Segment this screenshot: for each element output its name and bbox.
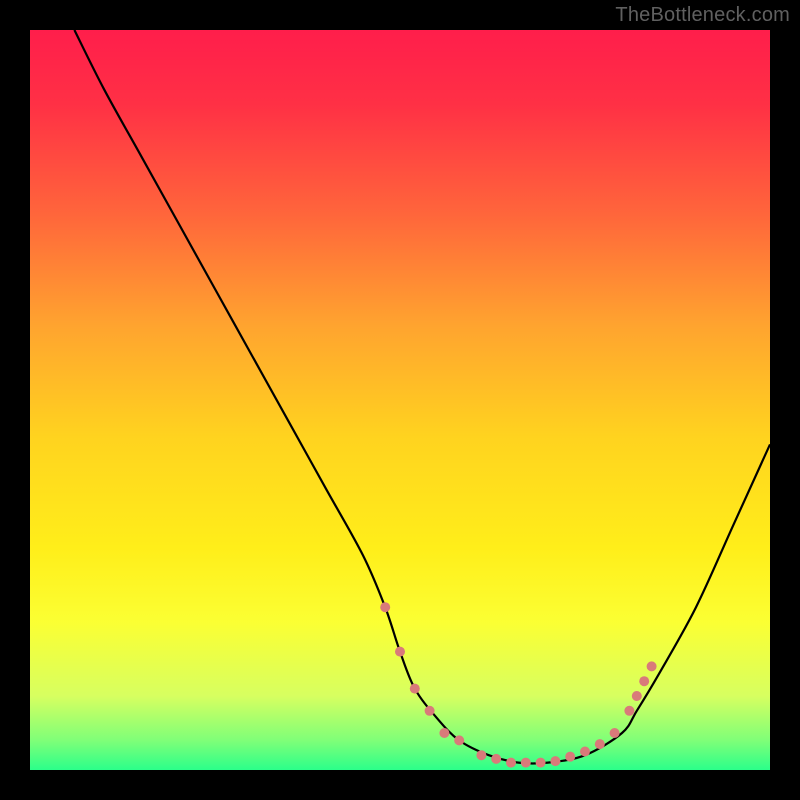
highlight-dot	[380, 602, 390, 612]
highlight-dot	[425, 706, 435, 716]
highlight-dot	[610, 728, 620, 738]
highlight-dot	[550, 756, 560, 766]
bottleneck-curve	[74, 30, 770, 764]
highlight-dot	[536, 758, 546, 768]
watermark-text: TheBottleneck.com	[615, 4, 790, 27]
highlight-dot	[624, 706, 634, 716]
highlight-dot	[521, 758, 531, 768]
highlight-dot	[395, 647, 405, 657]
highlight-dot	[506, 758, 516, 768]
highlight-dot	[647, 661, 657, 671]
curve-layer	[30, 30, 770, 770]
highlight-dot	[410, 684, 420, 694]
highlight-dot	[439, 728, 449, 738]
plot-area	[30, 30, 770, 770]
highlight-dot	[491, 754, 501, 764]
highlight-dot	[476, 750, 486, 760]
highlight-dot	[565, 752, 575, 762]
highlight-dot	[595, 739, 605, 749]
highlight-dots	[380, 602, 656, 767]
highlight-dot	[580, 747, 590, 757]
highlight-dot	[632, 691, 642, 701]
chart-stage: TheBottleneck.com	[0, 0, 800, 800]
highlight-dot	[454, 735, 464, 745]
highlight-dot	[639, 676, 649, 686]
